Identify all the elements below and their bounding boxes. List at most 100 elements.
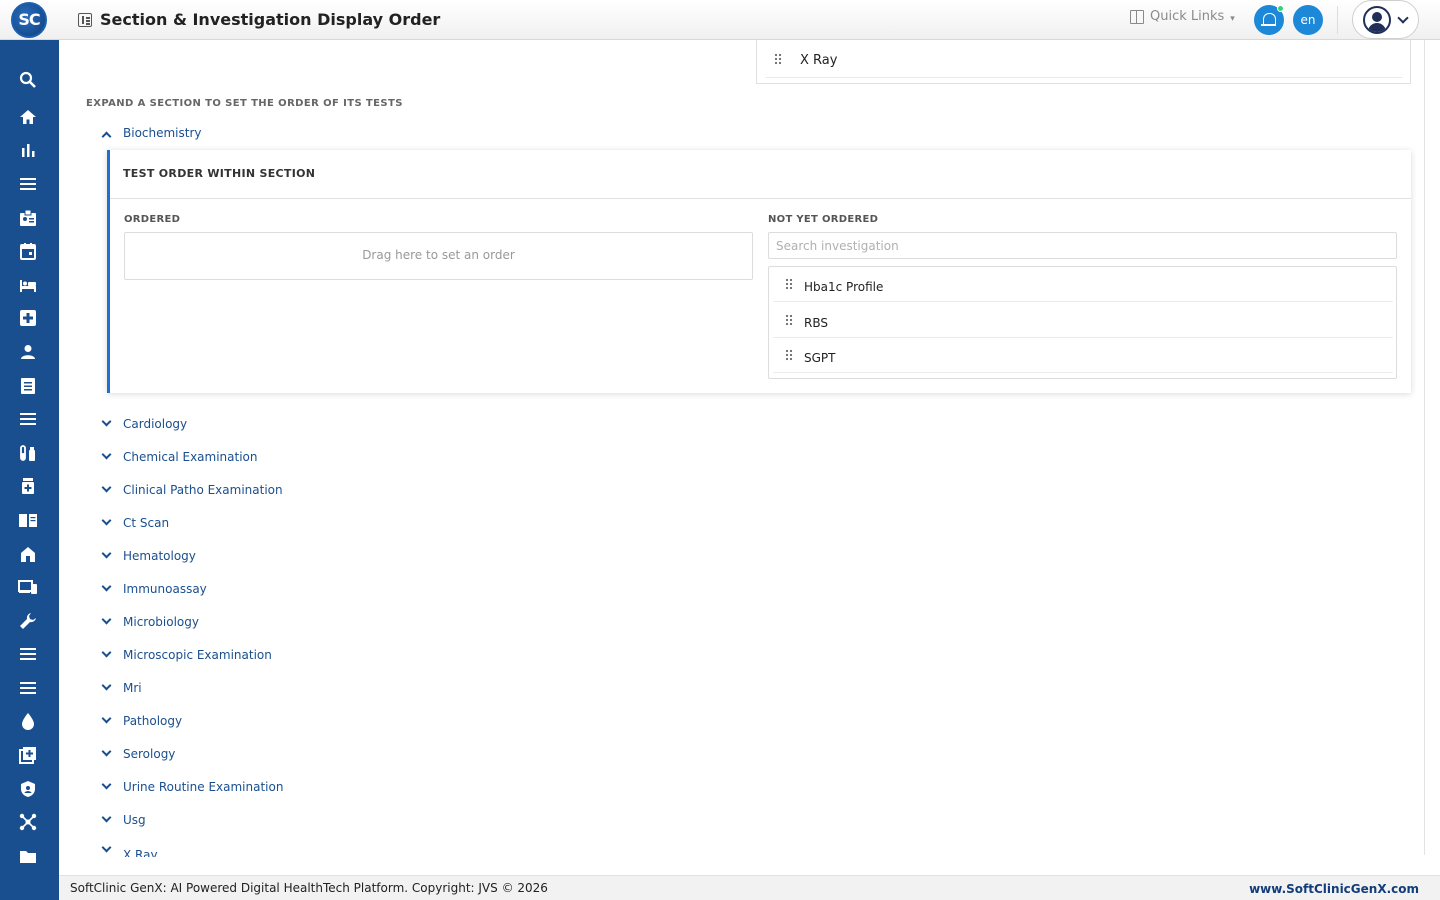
section-label: Serology xyxy=(123,747,176,761)
medical-plus-icon[interactable] xyxy=(18,308,38,328)
section-label: Biochemistry xyxy=(123,126,202,140)
chevron-down-icon xyxy=(101,482,112,492)
building-icon[interactable] xyxy=(18,544,38,564)
medicine-bottle-icon[interactable] xyxy=(18,476,38,496)
section-label: Pathology xyxy=(123,714,183,728)
quick-links-label: Quick Links xyxy=(1150,9,1225,24)
test-name: RBS xyxy=(804,316,828,330)
chevron-down-icon xyxy=(101,779,112,789)
panel-title: TEST ORDER WITHIN SECTION xyxy=(123,167,316,180)
id-badge-icon[interactable] xyxy=(18,208,38,228)
user-menu-button[interactable] xyxy=(1352,0,1419,39)
document-list-icon[interactable] xyxy=(18,376,38,396)
blood-drop-icon[interactable] xyxy=(18,711,38,731)
menu-icon[interactable] xyxy=(18,409,38,429)
chevron-down-icon xyxy=(101,449,112,459)
drag-handle-icon[interactable] xyxy=(785,278,793,290)
chevron-down-icon xyxy=(101,746,112,756)
section-label: X Ray xyxy=(123,848,158,857)
devices-icon[interactable] xyxy=(18,577,38,597)
notification-status-dot xyxy=(1277,5,1284,12)
chevron-down-icon xyxy=(101,680,112,690)
section-toggle[interactable]: Usg xyxy=(100,810,146,830)
chevron-down-icon xyxy=(101,581,112,591)
lab-tubes-icon[interactable] xyxy=(18,443,38,463)
section-toggle[interactable]: Urine Routine Examination xyxy=(100,777,283,797)
ordered-column-label: ORDERED xyxy=(124,214,181,225)
section-toggle[interactable]: X Ray xyxy=(100,843,158,857)
chevron-down-icon xyxy=(101,416,112,426)
section-label: Chemical Examination xyxy=(123,450,258,464)
bar-chart-icon[interactable] xyxy=(18,140,38,160)
test-name: Hba1c Profile xyxy=(804,280,884,294)
add-box-icon[interactable] xyxy=(18,745,38,765)
list-item[interactable]: SGPT xyxy=(773,338,1393,373)
section-label: Hematology xyxy=(123,549,196,563)
section-toggle[interactable]: Hematology xyxy=(100,546,196,566)
search-investigation-input[interactable] xyxy=(768,232,1397,259)
search-icon[interactable] xyxy=(18,70,38,90)
drag-handle-icon[interactable] xyxy=(785,314,793,326)
drag-handle-icon[interactable] xyxy=(785,349,793,361)
home-icon[interactable] xyxy=(18,107,38,127)
list-item[interactable]: RBS xyxy=(773,303,1393,338)
menu-icon[interactable] xyxy=(18,644,38,664)
section-toggle[interactable]: Chemical Examination xyxy=(100,447,258,467)
section-label: Cardiology xyxy=(123,417,188,431)
section-label: Mri xyxy=(123,681,142,695)
drag-handle-icon[interactable] xyxy=(774,53,782,65)
section-toggle[interactable]: Pathology xyxy=(100,711,182,731)
chevron-down-icon xyxy=(101,515,112,525)
available-tests-list: Hba1c Profile RBS SGPT xyxy=(768,266,1397,379)
test-name: SGPT xyxy=(804,351,836,365)
ordered-drop-zone[interactable]: Drag here to set an order xyxy=(124,232,753,280)
page-icon xyxy=(78,13,92,27)
ordered-section-item[interactable]: X Ray xyxy=(765,40,1403,78)
chevron-down-icon xyxy=(101,614,112,624)
page-title: Section & Investigation Display Order xyxy=(100,10,441,29)
menu-icon[interactable] xyxy=(18,174,38,194)
expand-hint-heading: EXPAND A SECTION TO SET THE ORDER OF ITS… xyxy=(86,98,403,109)
wrench-icon[interactable] xyxy=(18,611,38,631)
section-toggle[interactable]: Cardiology xyxy=(100,414,187,434)
section-label: Clinical Patho Examination xyxy=(123,483,283,497)
top-header: SC Section & Investigation Display Order… xyxy=(0,0,1440,40)
section-toggle[interactable]: Microscopic Examination xyxy=(100,645,272,665)
chevron-up-icon xyxy=(101,131,112,141)
shield-icon[interactable] xyxy=(18,779,38,799)
quick-links-dropdown[interactable]: Quick Links ▾ xyxy=(1130,9,1235,24)
list-item[interactable]: Hba1c Profile xyxy=(773,267,1393,302)
section-toggle[interactable]: Clinical Patho Examination xyxy=(100,480,283,500)
test-order-panel: TEST ORDER WITHIN SECTION ORDERED Drag h… xyxy=(107,150,1411,393)
chevron-down-icon xyxy=(101,843,112,853)
bed-icon[interactable] xyxy=(18,275,38,295)
section-toggle[interactable]: Serology xyxy=(100,744,175,764)
gift-icon xyxy=(1130,9,1144,24)
network-icon[interactable] xyxy=(18,812,38,832)
section-toggle[interactable]: Microbiology xyxy=(100,612,199,632)
app-logo[interactable]: SC xyxy=(11,2,47,38)
panel-header: TEST ORDER WITHIN SECTION xyxy=(110,150,1411,199)
caret-down-icon: ▾ xyxy=(1230,13,1235,24)
chevron-down-icon xyxy=(101,812,112,822)
chevron-down-icon xyxy=(1397,12,1409,24)
calendar-icon[interactable] xyxy=(18,241,38,261)
folder-icon[interactable] xyxy=(18,846,38,866)
person-icon[interactable] xyxy=(18,342,38,362)
scrollbar[interactable] xyxy=(1424,40,1425,855)
section-toggle-biochemistry[interactable]: Biochemistry xyxy=(100,123,202,143)
not-ordered-column-label: NOT YET ORDERED xyxy=(768,214,879,225)
ordered-section-item-card: X Ray xyxy=(756,40,1411,84)
book-icon[interactable] xyxy=(18,510,38,530)
section-label: Microbiology xyxy=(123,615,199,629)
section-toggle[interactable]: Immunoassay xyxy=(100,579,207,599)
menu-icon[interactable] xyxy=(18,678,38,698)
language-button[interactable]: en xyxy=(1293,5,1323,35)
section-toggle[interactable]: Mri xyxy=(100,678,142,698)
section-toggle[interactable]: Ct Scan xyxy=(100,513,169,533)
section-label: Usg xyxy=(123,813,146,827)
footer: SoftClinic GenX: AI Powered Digital Heal… xyxy=(59,875,1440,900)
footer-website-link[interactable]: www.SoftClinicGenX.com xyxy=(1249,882,1419,896)
section-item-label: X Ray xyxy=(800,53,838,68)
chevron-down-icon xyxy=(101,713,112,723)
